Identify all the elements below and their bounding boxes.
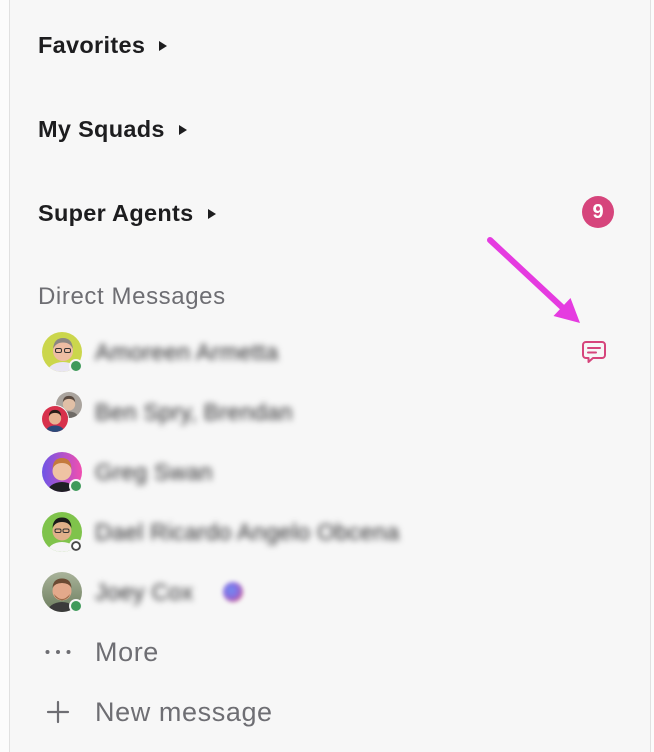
section-label: Favorites bbox=[38, 31, 146, 58]
presence-online-icon bbox=[69, 359, 83, 373]
caret-right-icon[interactable] bbox=[159, 40, 168, 51]
dm-item[interactable]: Joey Cox bbox=[30, 564, 630, 620]
dm-name: Dael Ricardo Angelo Obcena bbox=[95, 519, 400, 545]
dm-item[interactable]: Ben Spry, Brendan bbox=[30, 384, 630, 440]
dm-name: Ben Spry, Brendan bbox=[95, 399, 293, 425]
presence-offline-icon bbox=[69, 539, 83, 553]
section-favorites[interactable]: Favorites bbox=[38, 25, 168, 65]
ellipsis-icon bbox=[45, 650, 71, 654]
sidebar-border-left bbox=[0, 0, 10, 752]
message-icon[interactable] bbox=[581, 340, 607, 364]
status-emoji-icon bbox=[223, 582, 243, 602]
avatar bbox=[41, 405, 69, 433]
caret-right-icon[interactable] bbox=[207, 208, 216, 219]
dm-name: Greg Swan bbox=[95, 459, 213, 485]
more-label: More bbox=[95, 637, 159, 667]
direct-messages-header[interactable]: Direct Messages bbox=[38, 277, 226, 317]
dm-item[interactable]: Amoreen Armetta bbox=[30, 324, 630, 380]
section-label: My Squads bbox=[38, 115, 165, 142]
caret-right-icon[interactable] bbox=[178, 124, 187, 135]
section-my-squads[interactable]: My Squads bbox=[38, 109, 187, 149]
section-label: Super Agents bbox=[38, 199, 194, 226]
section-super-agents[interactable]: Super Agents bbox=[38, 193, 216, 233]
dm-item[interactable]: Greg Swan bbox=[30, 444, 630, 500]
notification-badge: 9 bbox=[582, 196, 614, 228]
sidebar-border-right bbox=[650, 0, 654, 752]
dm-name: Joey Cox bbox=[95, 579, 194, 605]
dm-item[interactable]: Dael Ricardo Angelo Obcena bbox=[30, 504, 630, 560]
more-button[interactable]: More bbox=[30, 628, 430, 676]
presence-online-icon bbox=[69, 479, 83, 493]
plus-icon bbox=[46, 700, 70, 724]
new-message-button[interactable]: New message bbox=[30, 688, 430, 736]
new-message-label: New message bbox=[95, 697, 273, 727]
dm-name: Amoreen Armetta bbox=[95, 339, 279, 365]
presence-online-icon bbox=[69, 599, 83, 613]
